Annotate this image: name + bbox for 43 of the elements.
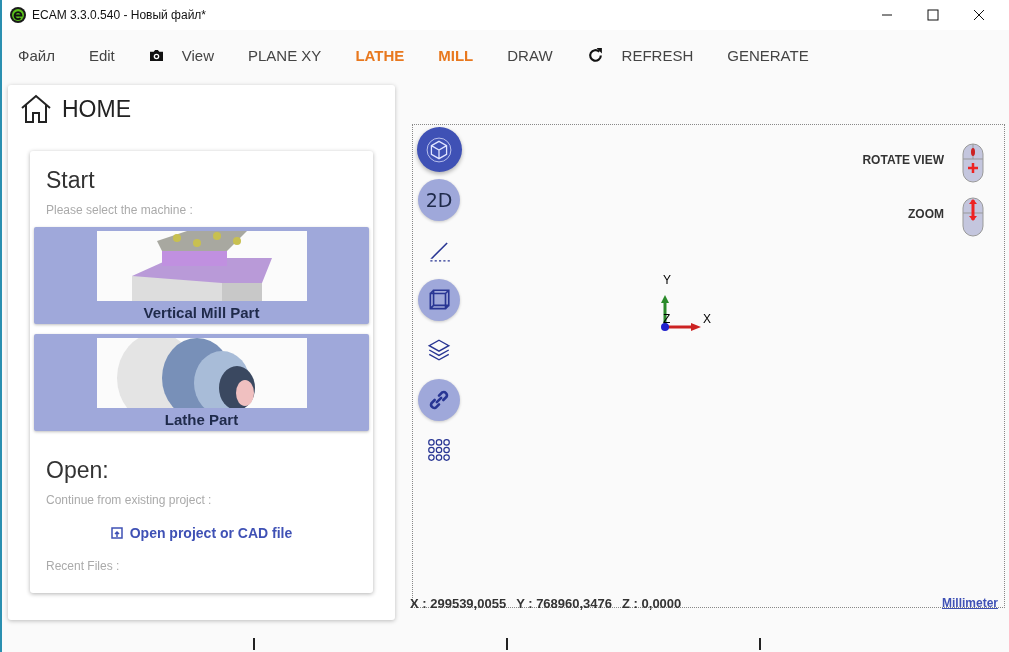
tool-button[interactable]: 2D	[418, 178, 460, 221]
refresh-icon[interactable]	[586, 46, 604, 64]
home-title: HOME	[62, 95, 131, 123]
start-hint: Please select the machine :	[46, 203, 194, 217]
z-coordinate: Z : 0,0000	[622, 596, 682, 611]
x-coordinate: X : 299539,0055	[410, 596, 507, 611]
window-title: ECAM 3.3.0.540 - Новый файл*	[32, 8, 206, 22]
tool-button[interactable]	[416, 127, 462, 172]
menu-item[interactable]: View	[181, 46, 214, 64]
camera-icon[interactable]	[148, 48, 164, 62]
y-coordinate: Y : 768960,3476	[516, 596, 613, 611]
menu-item[interactable]: DRAW	[507, 46, 553, 64]
menu-item[interactable]: GENERATE	[727, 46, 809, 64]
mouse-rotate-icon	[962, 143, 984, 183]
close-icon[interactable]	[973, 9, 985, 21]
menu-item[interactable]: REFRESH	[621, 46, 694, 64]
z-axis-label: Z	[663, 312, 671, 326]
open-heading: Open:	[46, 457, 110, 485]
unit-link[interactable]: Millimeter	[942, 596, 998, 611]
upload-icon	[110, 527, 123, 539]
recent-files-label: Recent Files :	[46, 559, 121, 573]
start-heading: Start	[46, 167, 96, 195]
menu-item[interactable]: PLANE XY	[248, 46, 322, 64]
y-axis-label: Y	[663, 273, 671, 287]
open-hint: Continue from existing project :	[46, 493, 213, 507]
mouse-zoom-icon	[962, 197, 984, 237]
tool-button[interactable]	[418, 278, 460, 321]
menu-item[interactable]: Edit	[88, 46, 115, 64]
grid-icon	[426, 436, 452, 463]
tool-button[interactable]	[418, 378, 460, 421]
mouse-hint-label: ROTATE VIEW	[862, 153, 944, 167]
axis-gizmo-drawing	[659, 293, 703, 331]
cube-icon	[426, 136, 452, 163]
machine-button[interactable]: Vertical Mill Part	[34, 227, 369, 324]
x-axis-label: X	[703, 312, 711, 326]
menu-item[interactable]: Файл	[18, 46, 55, 64]
mouse-hint-label: ZOOM	[908, 207, 944, 221]
home-icon	[20, 94, 52, 124]
open-file-link[interactable]: Open project or CAD file	[110, 525, 293, 541]
app-logo-icon	[10, 7, 26, 23]
viewport[interactable]: 2D Y Z X ROTATE VIEW ZOOM X : 299539,0055 Y : 768960,3476 Z : 0,0000 Millimeter	[412, 124, 1005, 608]
maximize-icon[interactable]	[927, 9, 939, 21]
machine-button[interactable]: Lathe Part	[34, 334, 369, 431]
